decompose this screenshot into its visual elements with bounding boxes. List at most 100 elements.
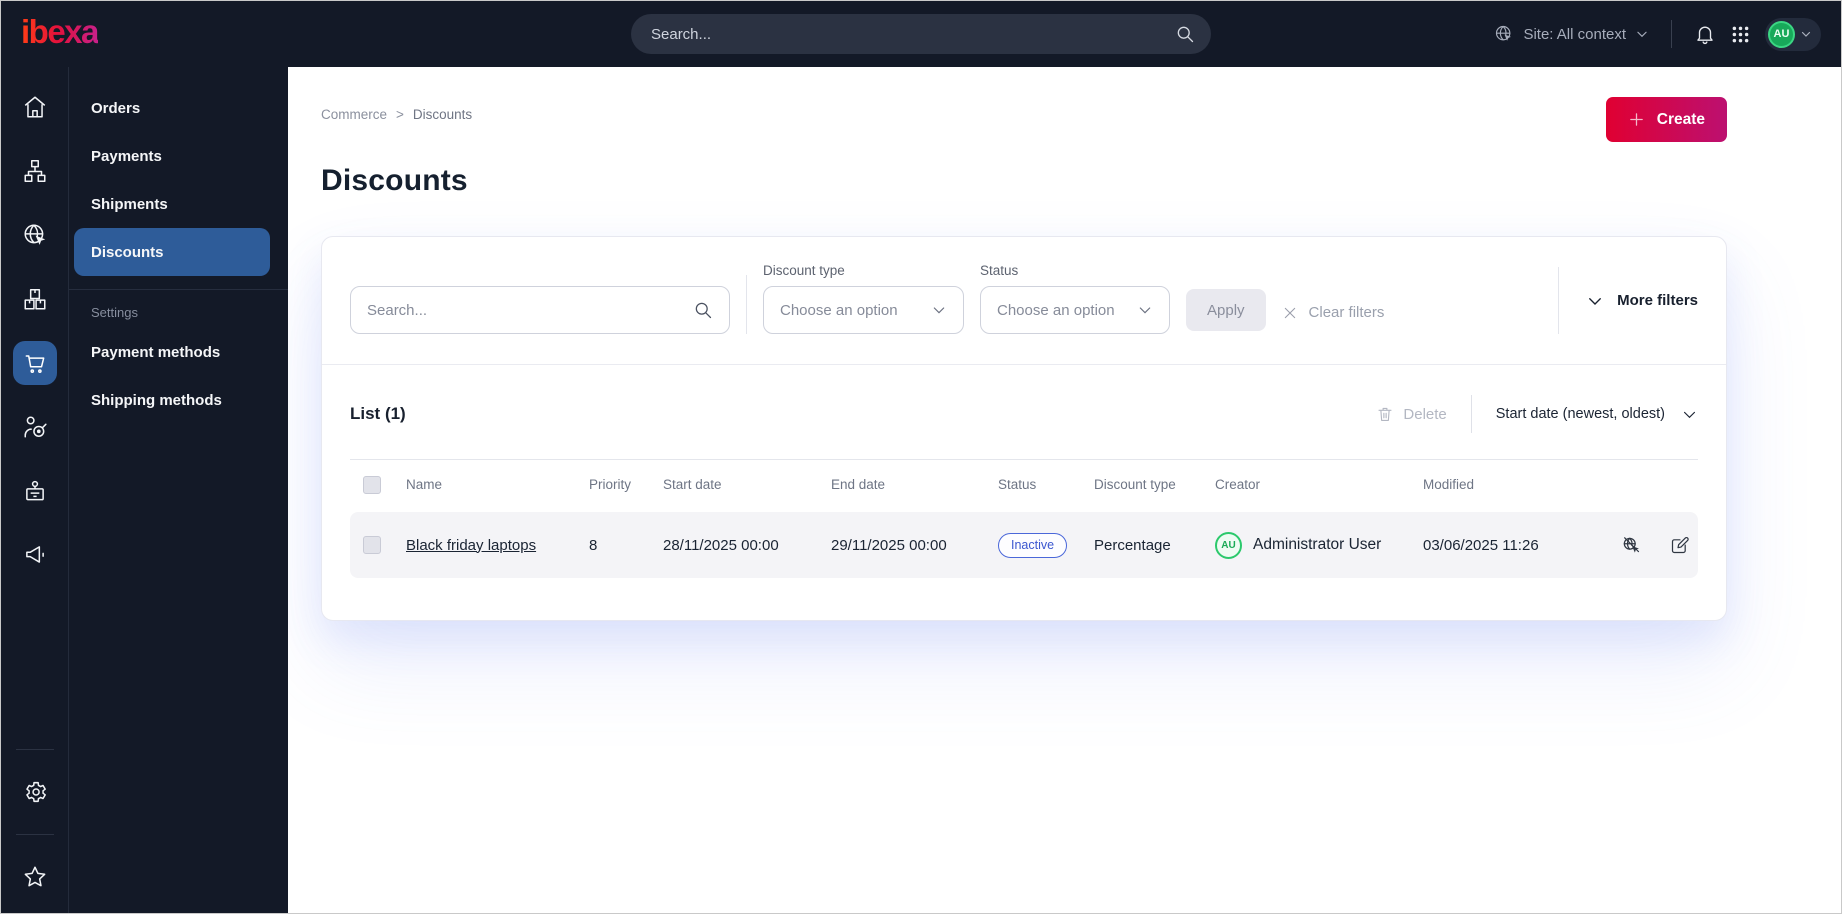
rail-item-product-catalog[interactable] [13, 277, 57, 321]
global-search-input[interactable] [651, 25, 1175, 43]
app-grid-icon[interactable] [1730, 24, 1751, 45]
filter-bar: Discount type Choose an option Status Ch… [322, 237, 1726, 364]
filter-divider [746, 275, 747, 334]
main-content: Commerce > Discounts Create Discounts Se… [288, 67, 1841, 913]
rail-item-marketing[interactable] [13, 533, 57, 577]
col-header-end-date: End date [831, 477, 886, 492]
sidebar-divider [69, 289, 288, 290]
discounts-card: Discount type Choose an option Status Ch… [321, 236, 1727, 621]
sidebar-item-payments[interactable]: Payments [69, 132, 288, 180]
rail-item-settings[interactable] [13, 770, 57, 814]
select-all-checkbox[interactable] [363, 475, 381, 494]
col-header-start-date: Start date [663, 477, 722, 492]
customer-target-icon [22, 414, 48, 440]
home-icon [22, 94, 48, 120]
discount-type-value: Choose an option [780, 301, 898, 319]
rail-item-corporate[interactable] [13, 469, 57, 513]
bell-icon[interactable] [1694, 23, 1716, 45]
sort-dropdown[interactable]: Start date (newest, oldest) [1496, 406, 1698, 423]
list-header-right: Delete Start date (newest, oldest) [1376, 395, 1698, 433]
table-header-row: Name Priority Start date End date Status… [350, 459, 1698, 509]
boxes-icon [22, 286, 48, 312]
col-header-name: Name [406, 477, 443, 492]
rail-divider [15, 834, 54, 835]
row-discount-type: Percentage [1094, 536, 1171, 554]
status-select[interactable]: Choose an option [980, 286, 1170, 334]
chevron-down-icon [1635, 27, 1649, 41]
rail-item-site[interactable] [13, 213, 57, 257]
gear-icon [22, 779, 48, 805]
ibexa-logo: ibexa [21, 15, 99, 54]
clear-filters-button[interactable]: Clear filters [1282, 304, 1385, 321]
preview-disabled-icon[interactable] [1614, 528, 1648, 562]
row-actions [1594, 528, 1702, 562]
rail-item-commerce[interactable] [12, 341, 57, 385]
discount-type-select[interactable]: Choose an option [763, 286, 964, 334]
star-icon [22, 864, 48, 890]
rail-item-bookmarks[interactable] [13, 855, 57, 899]
topbar-right: Site: All context AU [1494, 17, 1821, 51]
creator-name: Administrator User [1253, 536, 1382, 553]
rail-item-content-structure[interactable] [13, 149, 57, 193]
list-title: List (1) [350, 404, 406, 423]
col-header-modified: Modified [1423, 477, 1475, 492]
row-start-date: 28/11/2025 00:00 [663, 536, 779, 554]
discount-name-link[interactable]: Black friday laptops [406, 537, 536, 554]
status-filter: Status Choose an option [980, 263, 1170, 334]
sidebar-item-discounts[interactable]: Discounts [74, 228, 270, 276]
id-badge-icon [22, 478, 48, 504]
avatar: AU [1768, 20, 1795, 48]
list-section: List (1) Delete Start date (newest, olde… [322, 364, 1726, 620]
more-filters-button[interactable]: More filters [1558, 267, 1698, 334]
sidebar-item-payment-methods[interactable]: Payment methods [69, 328, 288, 376]
col-header-status: Status [998, 477, 1037, 492]
globe-cursor-icon [22, 222, 48, 248]
trash-icon [1376, 405, 1394, 423]
sidebar-item-shipping-methods[interactable]: Shipping methods [69, 376, 288, 424]
sort-label: Start date (newest, oldest) [1495, 406, 1665, 422]
status-badge: Inactive [998, 532, 1068, 558]
chevron-down-icon [1137, 302, 1153, 318]
screen: ibexa Site: All context [0, 0, 1842, 914]
search-icon[interactable] [693, 300, 713, 320]
chevron-down-icon [1586, 292, 1604, 310]
search-icon[interactable] [1175, 24, 1195, 44]
row-end-date: 29/11/2025 00:00 [831, 536, 947, 554]
sitemap-icon [22, 158, 48, 184]
list-header: List (1) Delete Start date (newest, olde… [350, 395, 1698, 433]
delete-button-label: Delete [1403, 405, 1447, 423]
table-row: Black friday laptops 8 28/11/2025 00:00 … [350, 512, 1698, 578]
list-search-input[interactable] [367, 301, 693, 319]
delete-button[interactable]: Delete [1376, 405, 1447, 423]
sidebar-item-shipments[interactable]: Shipments [69, 180, 288, 228]
discount-type-label: Discount type [763, 263, 845, 278]
topbar-divider [1671, 20, 1672, 48]
icon-rail [1, 67, 69, 913]
list-search[interactable] [350, 286, 730, 334]
status-label: Status [980, 263, 1019, 278]
row-checkbox[interactable] [363, 536, 381, 554]
discount-type-filter: Discount type Choose an option [763, 263, 964, 334]
breadcrumb-discounts[interactable]: Discounts [413, 107, 472, 122]
close-icon [1282, 305, 1298, 321]
site-context-selector[interactable]: Site: All context [1494, 24, 1649, 44]
global-search[interactable] [631, 14, 1211, 54]
megaphone-icon [22, 542, 48, 568]
breadcrumb-commerce[interactable]: Commerce [321, 107, 387, 122]
rail-item-dashboard[interactable] [13, 85, 57, 129]
more-filters-label: More filters [1617, 292, 1698, 309]
commerce-menu: Orders Payments Shipments Discounts Sett… [69, 67, 288, 913]
create-button[interactable]: Create [1605, 97, 1727, 142]
user-menu[interactable]: AU [1765, 17, 1821, 51]
main-top: Commerce > Discounts Create [321, 97, 1727, 142]
rail-divider [15, 749, 54, 750]
list-header-divider [1470, 395, 1472, 433]
site-context-label: Site: All context [1523, 25, 1626, 43]
rail-item-customers[interactable] [13, 405, 57, 449]
apply-button[interactable]: Apply [1186, 289, 1266, 331]
sidebar-settings-label: Settings [91, 305, 138, 320]
sidebar-item-orders[interactable]: Orders [69, 84, 288, 132]
edit-icon[interactable] [1662, 528, 1696, 562]
clear-filters-label: Clear filters [1308, 304, 1385, 321]
create-button-label: Create [1656, 110, 1705, 128]
